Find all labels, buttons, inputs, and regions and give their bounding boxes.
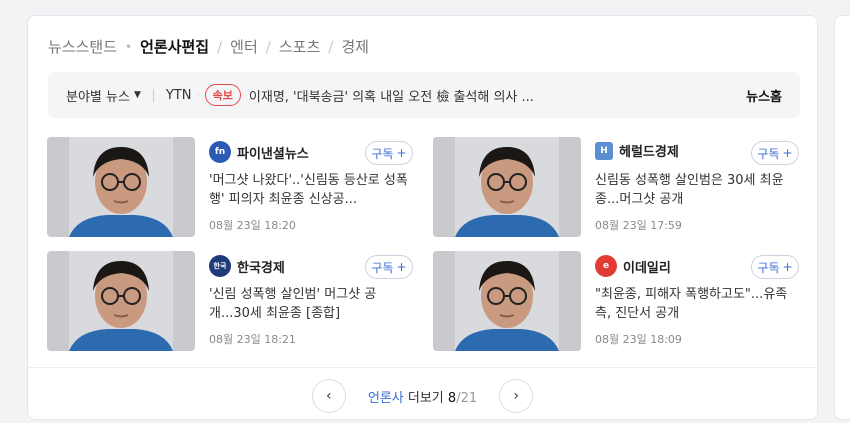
tab-separator: / xyxy=(328,37,334,56)
press-logo-icon: fn xyxy=(209,141,231,163)
category-dropdown[interactable]: 분야별 뉴스 ▼ xyxy=(66,86,141,105)
divider xyxy=(152,88,154,102)
tab-entertainment[interactable]: 엔터 xyxy=(230,36,258,57)
tab-separator: / xyxy=(217,37,223,56)
caret-down-icon: ▼ xyxy=(133,90,141,100)
next-page-button[interactable]: › xyxy=(499,379,534,413)
person-photo xyxy=(433,251,581,351)
article-title[interactable]: "최윤종, 피해자 폭행하고도"...유족 측, 진단서 공개 xyxy=(595,285,795,323)
plus-icon: + xyxy=(782,146,793,160)
article-item[interactable]: e 이데일리 구독 + "최윤종, 피해자 폭행하고도"...유족 측, 진단서 … xyxy=(433,251,803,351)
category-label: 분야별 뉴스 xyxy=(66,89,130,105)
article-thumbnail[interactable] xyxy=(47,137,195,237)
plus-icon: + xyxy=(396,146,407,160)
article-title[interactable]: 신림동 성폭행 살인범은 30세 최윤종...머그샷 공개 xyxy=(595,171,795,209)
article-thumbnail[interactable] xyxy=(433,137,581,237)
tab-newsstand[interactable]: 뉴스스탠드 xyxy=(48,36,117,57)
more-label: 더보기 xyxy=(407,390,444,406)
press-label: 한국경제 xyxy=(237,260,285,276)
tab-economy[interactable]: 경제 xyxy=(341,36,369,57)
subscribe-label: 구독 xyxy=(757,260,780,275)
page-indicator: 언론사 더보기 8/21 xyxy=(368,387,477,406)
article-item[interactable]: fn 파이낸셜뉴스 구독 + '머그샷 나왔다'..'신림동 등산로 성폭행' 피… xyxy=(47,137,417,237)
news-home-link[interactable]: 뉴스홈 xyxy=(746,86,782,105)
article-title[interactable]: '머그샷 나왔다'..'신림동 등산로 성폭행' 피의자 최윤종 신상공... xyxy=(209,171,409,209)
subscribe-label: 구독 xyxy=(371,260,394,275)
ticker-dot: · xyxy=(196,89,200,101)
pagination: ‹ 언론사 더보기 8/21 › xyxy=(28,378,817,414)
press-name[interactable]: e 이데일리 xyxy=(595,255,671,277)
plus-icon: + xyxy=(782,260,793,274)
chevron-right-icon: › xyxy=(513,388,519,404)
press-label: 이데일리 xyxy=(623,260,671,276)
press-logo-icon: 한국 xyxy=(209,255,231,277)
press-label: 헤럴드경제 xyxy=(619,145,679,160)
article-thumbnail[interactable] xyxy=(47,251,195,351)
subscribe-label: 구독 xyxy=(757,146,780,161)
press-logo-icon: H xyxy=(595,141,613,160)
subscribe-button[interactable]: 구독 + xyxy=(751,141,799,165)
press-name[interactable]: H 헤럴드경제 xyxy=(595,141,679,160)
article-date: 08월 23일 17:59 xyxy=(595,219,682,232)
ticker-headline[interactable]: 이재명, '대북송금' 의혹 내일 오전 檢 출석해 의사 ... xyxy=(249,86,649,105)
article-date: 08월 23일 18:09 xyxy=(595,333,682,346)
total-pages: /21 xyxy=(456,390,478,406)
section-tabs: 뉴스스탠드 • 언론사편집 / 엔터 / 스포츠 / 경제 xyxy=(48,36,369,57)
subscribe-button[interactable]: 구독 + xyxy=(365,141,413,165)
article-date: 08월 23일 18:20 xyxy=(209,219,296,232)
tab-separator: / xyxy=(265,37,271,56)
breaking-badge: 속보 xyxy=(204,84,241,106)
article-date: 08월 23일 18:21 xyxy=(209,333,296,346)
person-photo xyxy=(47,251,195,351)
ticker-source[interactable]: YTN xyxy=(166,88,192,103)
prev-page-button[interactable]: ‹ xyxy=(311,379,346,413)
article-thumbnail[interactable] xyxy=(433,251,581,351)
subscribe-button[interactable]: 구독 + xyxy=(365,255,413,279)
person-photo xyxy=(47,137,195,237)
article-item[interactable]: 한국 한국경제 구독 + '신림 성폭행 살인범' 머그샷 공개...30세 최윤… xyxy=(47,251,417,351)
person-photo xyxy=(433,137,581,237)
press-label: 파이낸셜뉴스 xyxy=(237,146,309,162)
subscribe-label: 구독 xyxy=(371,146,394,161)
plus-icon: + xyxy=(396,260,407,274)
press-name[interactable]: fn 파이낸셜뉴스 xyxy=(209,141,309,163)
tab-press-edit[interactable]: 언론사편집 xyxy=(140,36,209,57)
press-name[interactable]: 한국 한국경제 xyxy=(209,255,285,277)
pager-divider xyxy=(28,367,817,368)
tab-bullet: • xyxy=(125,39,133,54)
chevron-left-icon: ‹ xyxy=(326,388,332,404)
press-link[interactable]: 언론사 xyxy=(368,391,404,406)
article-item[interactable]: H 헤럴드경제 구독 + 신림동 성폭행 살인범은 30세 최윤종...머그샷 공… xyxy=(433,137,803,237)
press-news-card: 뉴스스탠드 • 언론사편집 / 엔터 / 스포츠 / 경제 분야별 뉴스 ▼ Y… xyxy=(27,15,818,420)
press-logo-icon: e xyxy=(595,255,617,277)
current-page: 8 xyxy=(447,390,457,406)
adjacent-card-edge xyxy=(834,15,850,420)
breaking-news-ticker: 분야별 뉴스 ▼ YTN · 속보 이재명, '대북송금' 의혹 내일 오전 檢… xyxy=(48,72,800,118)
subscribe-button[interactable]: 구독 + xyxy=(751,255,799,279)
article-title[interactable]: '신림 성폭행 살인범' 머그샷 공개...30세 최윤종 [종합] xyxy=(209,285,409,323)
tab-sports[interactable]: 스포츠 xyxy=(279,36,320,57)
